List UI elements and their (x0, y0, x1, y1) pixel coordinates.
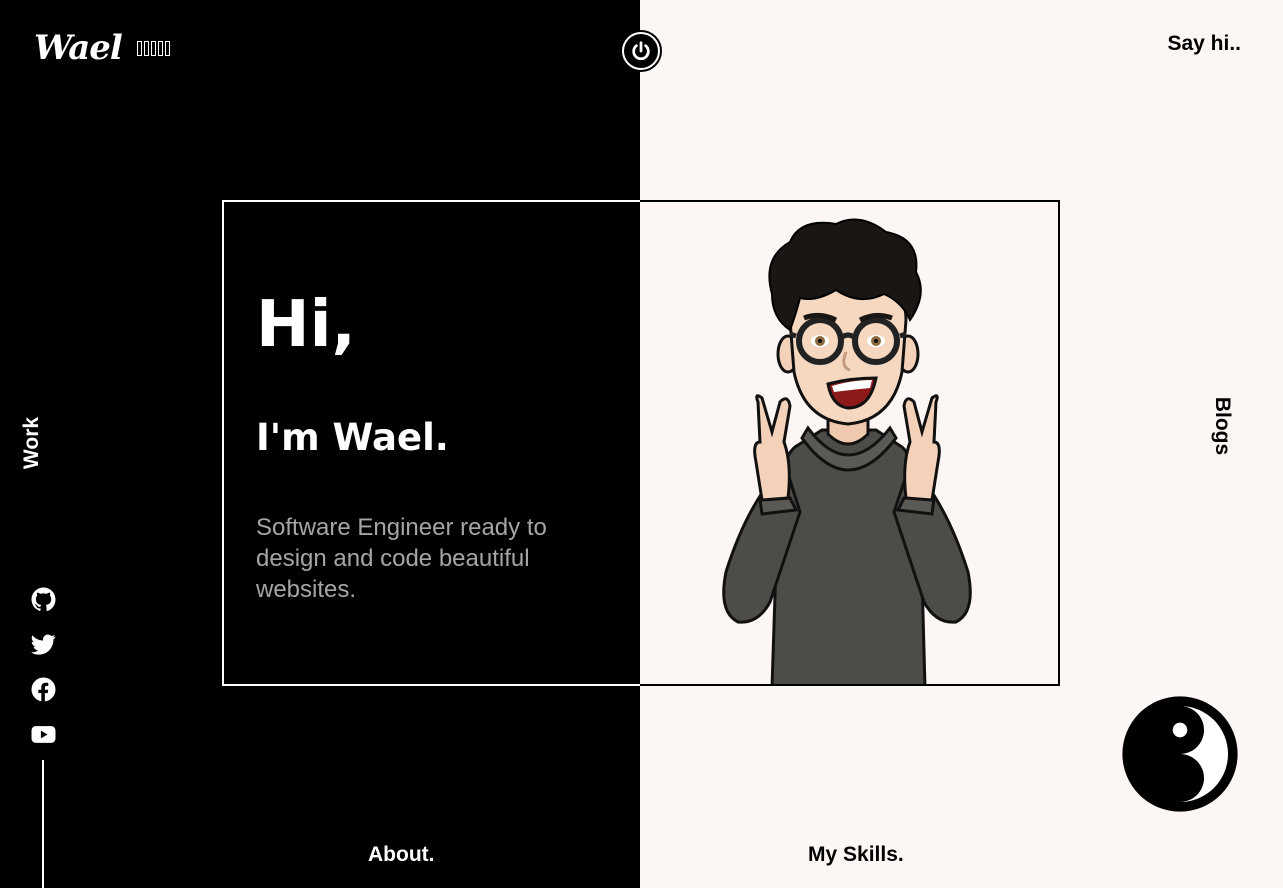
my-skills-link[interactable]: My Skills. (808, 843, 904, 867)
say-hi-link[interactable]: Say hi.. (1167, 32, 1241, 56)
hero-tagline: Software Engineer ready to design and co… (256, 514, 547, 603)
social-divider-line (42, 760, 44, 888)
facebook-icon[interactable] (31, 677, 56, 702)
about-link[interactable]: About. (368, 843, 434, 867)
work-link[interactable]: Work (20, 417, 44, 469)
intro-card-light (640, 200, 1060, 686)
blogs-link[interactable]: Blogs (1210, 397, 1234, 455)
site-logo[interactable]: Wael (34, 28, 123, 68)
logo-glyph-boxes (137, 41, 170, 56)
twitter-icon[interactable] (31, 632, 56, 657)
power-icon (624, 34, 658, 68)
youtube-icon[interactable] (31, 722, 56, 747)
hero-name: I'm Wael. (256, 416, 449, 459)
social-links (31, 587, 56, 747)
github-icon[interactable] (31, 587, 56, 612)
power-button[interactable] (620, 30, 662, 72)
yin-yang-icon[interactable] (1120, 694, 1240, 814)
avatar-illustration (722, 218, 972, 684)
hero-greeting: Hi, (256, 288, 356, 362)
